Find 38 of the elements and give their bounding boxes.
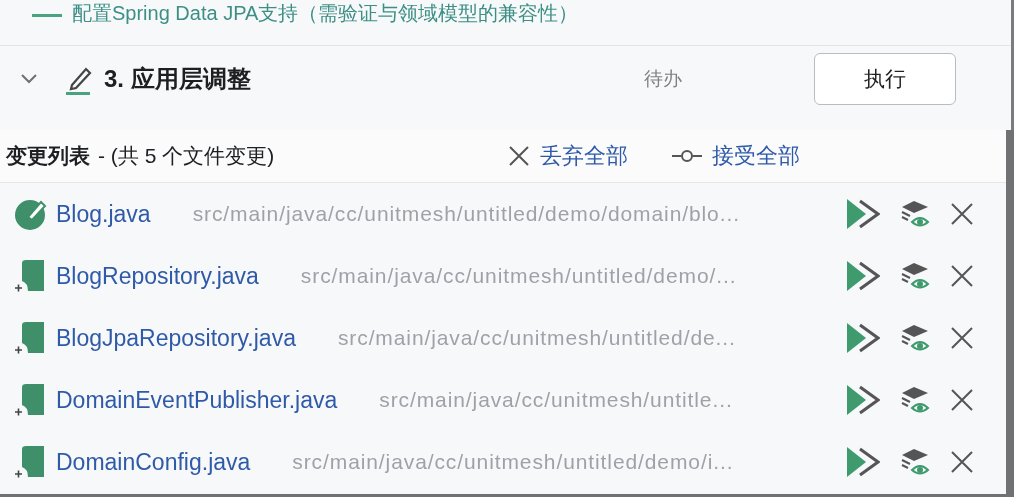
file-name[interactable]: DomainConfig.java	[56, 448, 251, 476]
status-label: 待办	[644, 67, 683, 91]
apply-icon[interactable]	[846, 198, 880, 230]
close-icon[interactable]	[950, 450, 974, 474]
close-icon	[508, 145, 530, 167]
file-path: src/main/java/cc/unitmesh/untitled/demo/...	[300, 264, 738, 288]
commit-icon	[672, 149, 702, 163]
apply-icon[interactable]	[846, 322, 880, 354]
apply-icon[interactable]	[846, 260, 880, 292]
file-name[interactable]: BlogJpaRepository.java	[56, 324, 296, 352]
close-icon[interactable]	[950, 264, 974, 288]
chevron-icon[interactable]	[20, 73, 38, 85]
file-name[interactable]: BlogRepository.java	[56, 262, 259, 290]
file-path: src/main/java/cc/unitmesh/untitle...	[379, 388, 734, 412]
discard-all-button[interactable]: 丢弃全部	[508, 141, 628, 171]
layers-eye-icon[interactable]	[900, 323, 930, 353]
execute-button[interactable]: 执行	[814, 53, 956, 105]
step-title: 3. 应用层调整	[104, 64, 252, 94]
change-count: - (共 5 个文件变更)	[98, 143, 276, 169]
file-path: src/main/java/cc/unitmesh/untitled/demo/i...	[292, 450, 735, 474]
panel-title: 变更列表	[6, 143, 90, 169]
file-name[interactable]: DomainEventPublisher.java	[56, 386, 338, 414]
file-name[interactable]: Blog.java	[56, 200, 151, 228]
file-path: src/main/java/cc/unitmesh/untitled/de...	[337, 326, 737, 350]
layers-eye-icon[interactable]	[900, 261, 930, 291]
layers-eye-icon[interactable]	[900, 385, 930, 415]
close-icon[interactable]	[950, 326, 974, 350]
edited-file-icon	[14, 197, 48, 231]
layers-eye-icon[interactable]	[900, 447, 930, 477]
accept-all-button[interactable]: 接受全部	[672, 141, 800, 171]
layers-eye-icon[interactable]	[900, 199, 930, 229]
apply-icon[interactable]	[846, 446, 880, 478]
file-path: src/main/java/cc/unitmesh/untitled/demo/domain/blo...	[192, 202, 741, 226]
underline-icon	[32, 14, 62, 17]
step-text: 配置Spring Data JPA支持（需验证与领域模型的兼容性）	[72, 2, 579, 24]
close-icon[interactable]	[950, 202, 974, 226]
close-icon[interactable]	[950, 388, 974, 412]
apply-icon[interactable]	[846, 384, 880, 416]
